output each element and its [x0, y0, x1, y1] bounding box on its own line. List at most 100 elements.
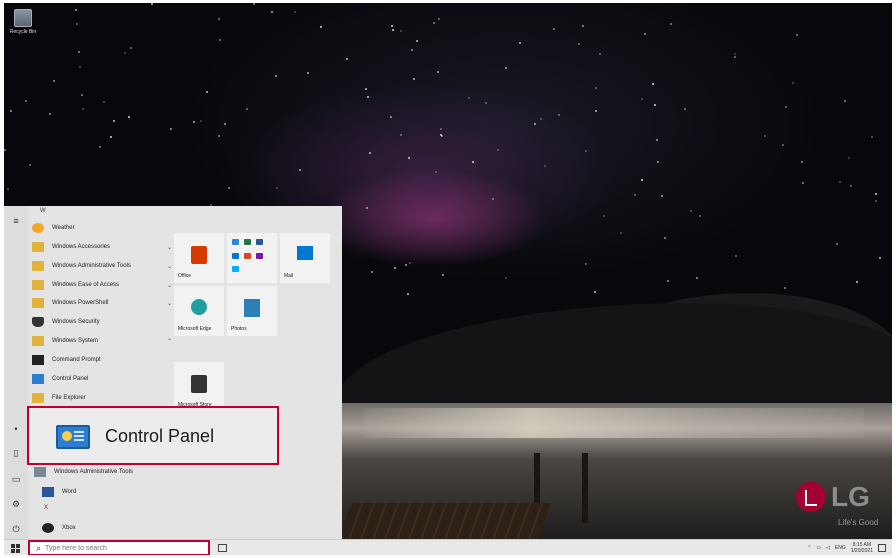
pictures-icon[interactable]: ▭: [11, 474, 21, 484]
tile-label: Mail: [284, 273, 294, 279]
tile-edge[interactable]: Microsoft Edge: [174, 286, 224, 336]
letter-header-w[interactable]: W: [40, 208, 46, 214]
star: [599, 53, 601, 55]
letter-header-x[interactable]: X: [44, 505, 48, 511]
chevron-down-icon: ⌄: [166, 300, 172, 307]
settings-icon[interactable]: ⚙: [11, 499, 21, 509]
excel-icon: [244, 239, 251, 245]
star: [409, 262, 411, 264]
tile-store[interactable]: Microsoft Store: [174, 362, 224, 412]
star: [206, 91, 208, 93]
control-panel-icon: [56, 425, 90, 449]
star: [839, 181, 841, 183]
star: [801, 161, 803, 163]
task-view-icon[interactable]: [218, 544, 227, 552]
star: [367, 96, 369, 98]
star: [802, 182, 804, 184]
star: [856, 281, 858, 283]
chevron-up-icon[interactable]: ⌃: [807, 545, 811, 551]
tile-office-apps-group[interactable]: [227, 233, 277, 283]
clock[interactable]: 8:15 AM 1/20/2021: [851, 542, 873, 554]
list-item-windows-system[interactable]: Windows System ⌃: [32, 333, 172, 349]
documents-icon[interactable]: ▯: [11, 448, 21, 458]
screen: Recycle Bin LG Life's Good ≡ • ▯ ▭ ⚙ ⏻ W…: [4, 3, 892, 555]
star: [294, 11, 296, 13]
list-item-label: Windows Administrative Tools: [54, 469, 133, 475]
word-icon: [256, 239, 263, 245]
star: [411, 49, 413, 51]
star: [540, 118, 542, 120]
list-item-xbox[interactable]: Xbox: [42, 520, 182, 536]
star: [53, 80, 55, 82]
tile-mail[interactable]: Mail: [280, 233, 330, 283]
power-icon[interactable]: ⏻: [11, 524, 21, 534]
mail-icon: [297, 246, 313, 260]
windows-start-icon[interactable]: [11, 544, 20, 553]
star: [690, 210, 692, 212]
star: [558, 114, 560, 116]
star: [224, 123, 226, 125]
star: [684, 108, 686, 110]
tile-photos[interactable]: Photos: [227, 286, 277, 336]
office-icon: [191, 246, 207, 264]
star: [10, 110, 12, 112]
list-item-label: Windows Administrative Tools: [52, 263, 131, 269]
notification-icon[interactable]: [878, 544, 886, 552]
taskbar-search-box[interactable]: ⌕: [28, 540, 210, 555]
star: [582, 25, 584, 27]
star: [75, 9, 77, 11]
list-item-label: Command Prompt: [52, 357, 101, 363]
list-item-command-prompt[interactable]: Command Prompt: [32, 352, 172, 368]
recycle-bin[interactable]: Recycle Bin: [6, 9, 40, 35]
list-item-control-panel[interactable]: Control Panel: [32, 371, 172, 387]
list-item-word[interactable]: Word: [42, 484, 182, 500]
lake-reflection: [364, 408, 864, 438]
star: [578, 43, 580, 45]
star: [299, 169, 301, 171]
network-icon[interactable]: ▭: [816, 545, 821, 551]
star: [792, 82, 794, 84]
lg-slogan: Life's Good: [838, 518, 879, 527]
star: [657, 161, 659, 163]
star: [369, 152, 371, 154]
search-input[interactable]: [45, 544, 196, 552]
star: [416, 40, 418, 42]
star: [785, 106, 787, 108]
list-item-windows-security[interactable]: Windows Security: [32, 314, 172, 330]
star: [246, 108, 248, 110]
list-item-windows-accessories[interactable]: Windows Accessories ⌄: [32, 239, 172, 255]
star: [497, 149, 499, 151]
control-panel-highlight[interactable]: Control Panel: [27, 406, 279, 465]
hamburger-icon[interactable]: ≡: [11, 216, 21, 226]
folder-icon: [32, 336, 44, 346]
star: [366, 207, 368, 209]
star: [390, 116, 392, 118]
star: [661, 195, 663, 197]
star: [875, 193, 877, 195]
language-indicator[interactable]: ENG: [835, 545, 846, 551]
star: [400, 30, 402, 32]
dock-post: [582, 453, 588, 523]
list-item-file-explorer[interactable]: File Explorer: [32, 390, 172, 406]
star: [441, 135, 443, 137]
star: [485, 102, 487, 104]
volume-icon[interactable]: ◁: [826, 545, 830, 551]
user-icon[interactable]: •: [11, 424, 21, 434]
star: [81, 94, 83, 96]
star: [391, 25, 393, 27]
list-item-windows-ease-of-access[interactable]: Windows Ease of Access ⌄: [32, 277, 172, 293]
list-item-windows-admin-tools-2[interactable]: Windows Administrative Tools: [34, 464, 174, 480]
list-item-label: Windows Security: [52, 319, 100, 325]
list-item-label: Windows Ease of Access: [52, 282, 120, 288]
list-item-weather[interactable]: Weather: [32, 220, 172, 236]
star: [634, 194, 636, 196]
star: [394, 267, 396, 269]
list-item-label: Windows PowerShell: [52, 300, 109, 306]
tile-office[interactable]: Office: [174, 233, 224, 283]
list-item-windows-admin-tools[interactable]: Windows Administrative Tools ⌄: [32, 258, 172, 274]
star: [413, 78, 415, 80]
star: [437, 71, 439, 73]
list-item-windows-powershell[interactable]: Windows PowerShell ⌄: [32, 295, 172, 311]
star: [151, 3, 153, 5]
star: [228, 187, 230, 189]
